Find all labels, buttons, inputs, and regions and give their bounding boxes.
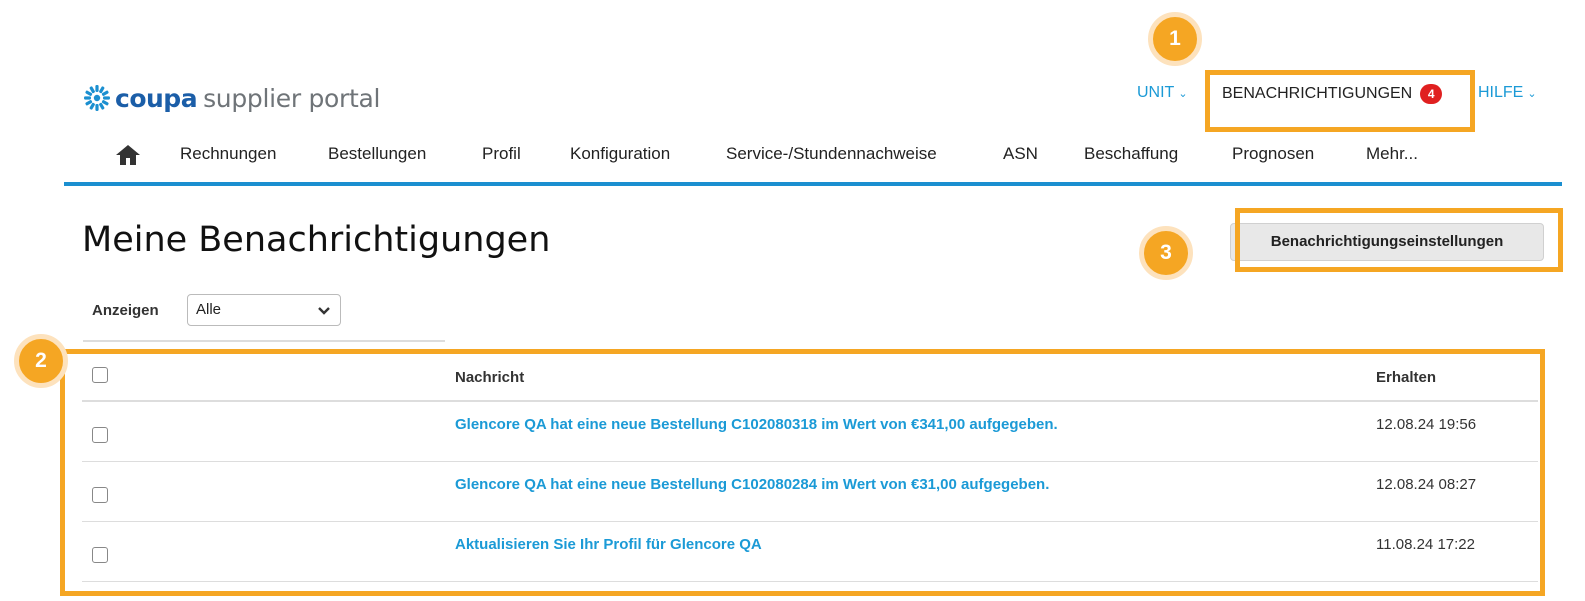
nav-item-service-stundennachweise[interactable]: Service-/Stundennachweise — [726, 144, 937, 164]
unit-label: UNIT — [1137, 84, 1175, 101]
chevron-down-icon: ⌄ — [1178, 87, 1188, 100]
annotation-marker-1: 1 — [1148, 12, 1202, 66]
filter-select[interactable]: Alle — [187, 294, 341, 326]
unit-menu[interactable]: UNIT ⌄ — [1137, 84, 1188, 102]
nav-item-rechnungen[interactable]: Rechnungen — [180, 144, 276, 164]
coupa-burst-icon — [84, 85, 110, 111]
highlight-box-notifications — [1205, 70, 1475, 132]
nav-item-prognosen[interactable]: Prognosen — [1232, 144, 1314, 164]
filter-select-value: Alle — [196, 301, 222, 318]
help-label: HILFE — [1478, 84, 1524, 101]
nav-item-mehr[interactable]: Mehr... — [1366, 144, 1418, 164]
annotation-marker-2: 2 — [14, 334, 68, 388]
nav-item-bestellungen[interactable]: Bestellungen — [328, 144, 426, 164]
nav-item-konfiguration[interactable]: Konfiguration — [570, 144, 670, 164]
page-title: Meine Benachrichtigungen — [82, 220, 551, 260]
chevron-down-icon — [318, 307, 330, 315]
highlight-box-settings — [1235, 208, 1563, 272]
nav-item-beschaffung[interactable]: Beschaffung — [1084, 144, 1178, 164]
help-menu[interactable]: HILFE ⌄ — [1478, 84, 1537, 102]
filter-label: Anzeigen — [92, 302, 159, 319]
home-icon[interactable] — [114, 143, 142, 167]
nav-item-asn[interactable]: ASN — [1003, 144, 1038, 164]
filter-divider — [83, 340, 445, 342]
annotation-marker-3: 3 — [1139, 226, 1193, 280]
highlight-box-table — [60, 349, 1545, 596]
logo-brand: coupa — [115, 83, 198, 113]
logo-tagline: supplier portal — [203, 83, 381, 113]
chevron-down-icon: ⌄ — [1527, 87, 1537, 100]
main-nav: Rechnungen Bestellungen Profil Konfigura… — [64, 138, 1562, 186]
coupa-logo[interactable]: coupa supplier portal — [82, 80, 380, 116]
nav-item-profil[interactable]: Profil — [482, 144, 521, 164]
